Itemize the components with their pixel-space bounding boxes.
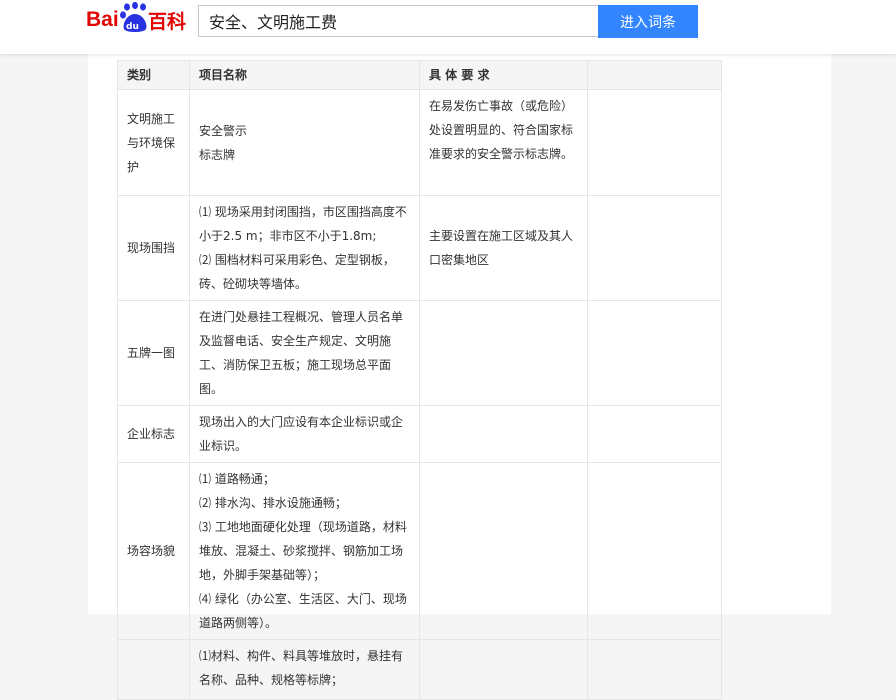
item-line: 在进门处悬挂工程概况、管理人员名单及监督电话、安全生产规定、文明施工、消防保卫五… [199,310,404,396]
table-row: 文明施工与环境保护 安全警示 标志牌 在易发伤亡事故（或危险）处设置明显的、符合… [117,89,722,196]
top-header: du Bai 百科 进入词条 [0,0,896,54]
item-line: ⑵ 排水沟、排水设施通畅； [199,496,347,510]
table-header-row: 类别 项目名称 具 体 要 求 [117,60,722,90]
row-category: 现场围挡 [117,195,190,301]
row-item: 现场出入的大门应设有本企业标识或企业标识。 [189,405,420,463]
item-line: ⑴ 道路畅通； [199,472,275,486]
item-line: ⑴材料、构件、料具等堆放时，悬挂有名称、品种、规格等标牌； [199,649,404,687]
baidu-baike-logo[interactable]: du Bai 百科 [86,2,190,36]
table-row: 五牌一图 在进门处悬挂工程概况、管理人员名单及监督电话、安全生产规定、文明施工、… [117,300,722,406]
row-item: ⑴材料、构件、料具等堆放时，悬挂有名称、品种、规格等标牌； [189,639,420,700]
search-input[interactable] [198,5,598,37]
row-requirement: 在易发伤亡事故（或危险）处设置明显的、符合国家标准要求的安全警示标志牌。 [419,89,588,196]
row-extra [587,639,722,700]
row-extra [587,462,722,640]
svg-text:百科: 百科 [148,10,186,33]
table-row: ⑴材料、构件、料具等堆放时，悬挂有名称、品种、规格等标牌； [117,639,722,700]
row-item: ⑴ 道路畅通； ⑵ 排水沟、排水设施通畅； ⑶ 工地地面硬化处理（现场道路，材料… [189,462,420,640]
item-line: ⑵ 围档材料可采用彩色、定型钢板，砖、砼砌块等墙体。 [199,253,395,291]
row-category: 场容场貌 [117,462,190,640]
item-line: 安全警示 [199,123,248,138]
row-extra [587,405,722,463]
svg-text:du: du [126,22,139,32]
item-line: ⑶ 工地地面硬化处理（现场道路，材料堆放、混凝土、砂浆搅拌、钢筋加工场地，外脚手… [199,520,407,582]
header-requirement: 具 体 要 求 [419,60,588,90]
table-row: 场容场貌 ⑴ 道路畅通； ⑵ 排水沟、排水设施通畅； ⑶ 工地地面硬化处理（现场… [117,462,722,640]
row-item: ⑴ 现场采用封闭围挡，市区围挡高度不小于2.5 m；非市区不小于1.8m; ⑵ … [189,195,420,301]
svg-text:Bai: Bai [86,8,119,31]
row-requirement: 主要设置在施工区域及其人口密集地区 [419,195,588,301]
enter-entry-button[interactable]: 进入词条 [598,5,698,38]
header-category: 类别 [117,60,190,90]
row-requirement [419,462,588,640]
item-line: ⑴ 现场采用封闭围挡，市区围挡高度不小于2.5 m；非市区不小于1.8m; [199,205,407,243]
header-item-name: 项目名称 [189,60,420,90]
row-requirement [419,639,588,700]
row-extra [587,89,722,196]
row-requirement [419,300,588,406]
item-line: 现场出入的大门应设有本企业标识或企业标识。 [199,415,404,453]
table-row: 企业标志 现场出入的大门应设有本企业标识或企业标识。 [117,405,722,463]
row-category: 企业标志 [117,405,190,463]
header-extra [587,60,722,90]
row-requirement [419,405,588,463]
row-item: 在进门处悬挂工程概况、管理人员名单及监督电话、安全生产规定、文明施工、消防保卫五… [189,300,420,406]
item-line: ⑷ 绿化（办公室、生活区、大门、现场道路两侧等）。 [199,592,407,630]
item-line: 标志牌 [199,147,236,162]
row-item: 安全警示 标志牌 [189,89,420,196]
row-extra [587,300,722,406]
baidu-logo-icon: du Bai 百科 [86,2,186,33]
construction-spec-table: 类别 项目名称 具 体 要 求 文明施工与环境保护 安全警示 标志牌 在易发伤亡… [117,60,722,700]
row-extra [587,195,722,301]
row-category [117,639,190,700]
row-category: 文明施工与环境保护 [117,89,190,196]
table-row: 现场围挡 ⑴ 现场采用封闭围挡，市区围挡高度不小于2.5 m；非市区不小于1.8… [117,195,722,301]
row-category: 五牌一图 [117,300,190,406]
